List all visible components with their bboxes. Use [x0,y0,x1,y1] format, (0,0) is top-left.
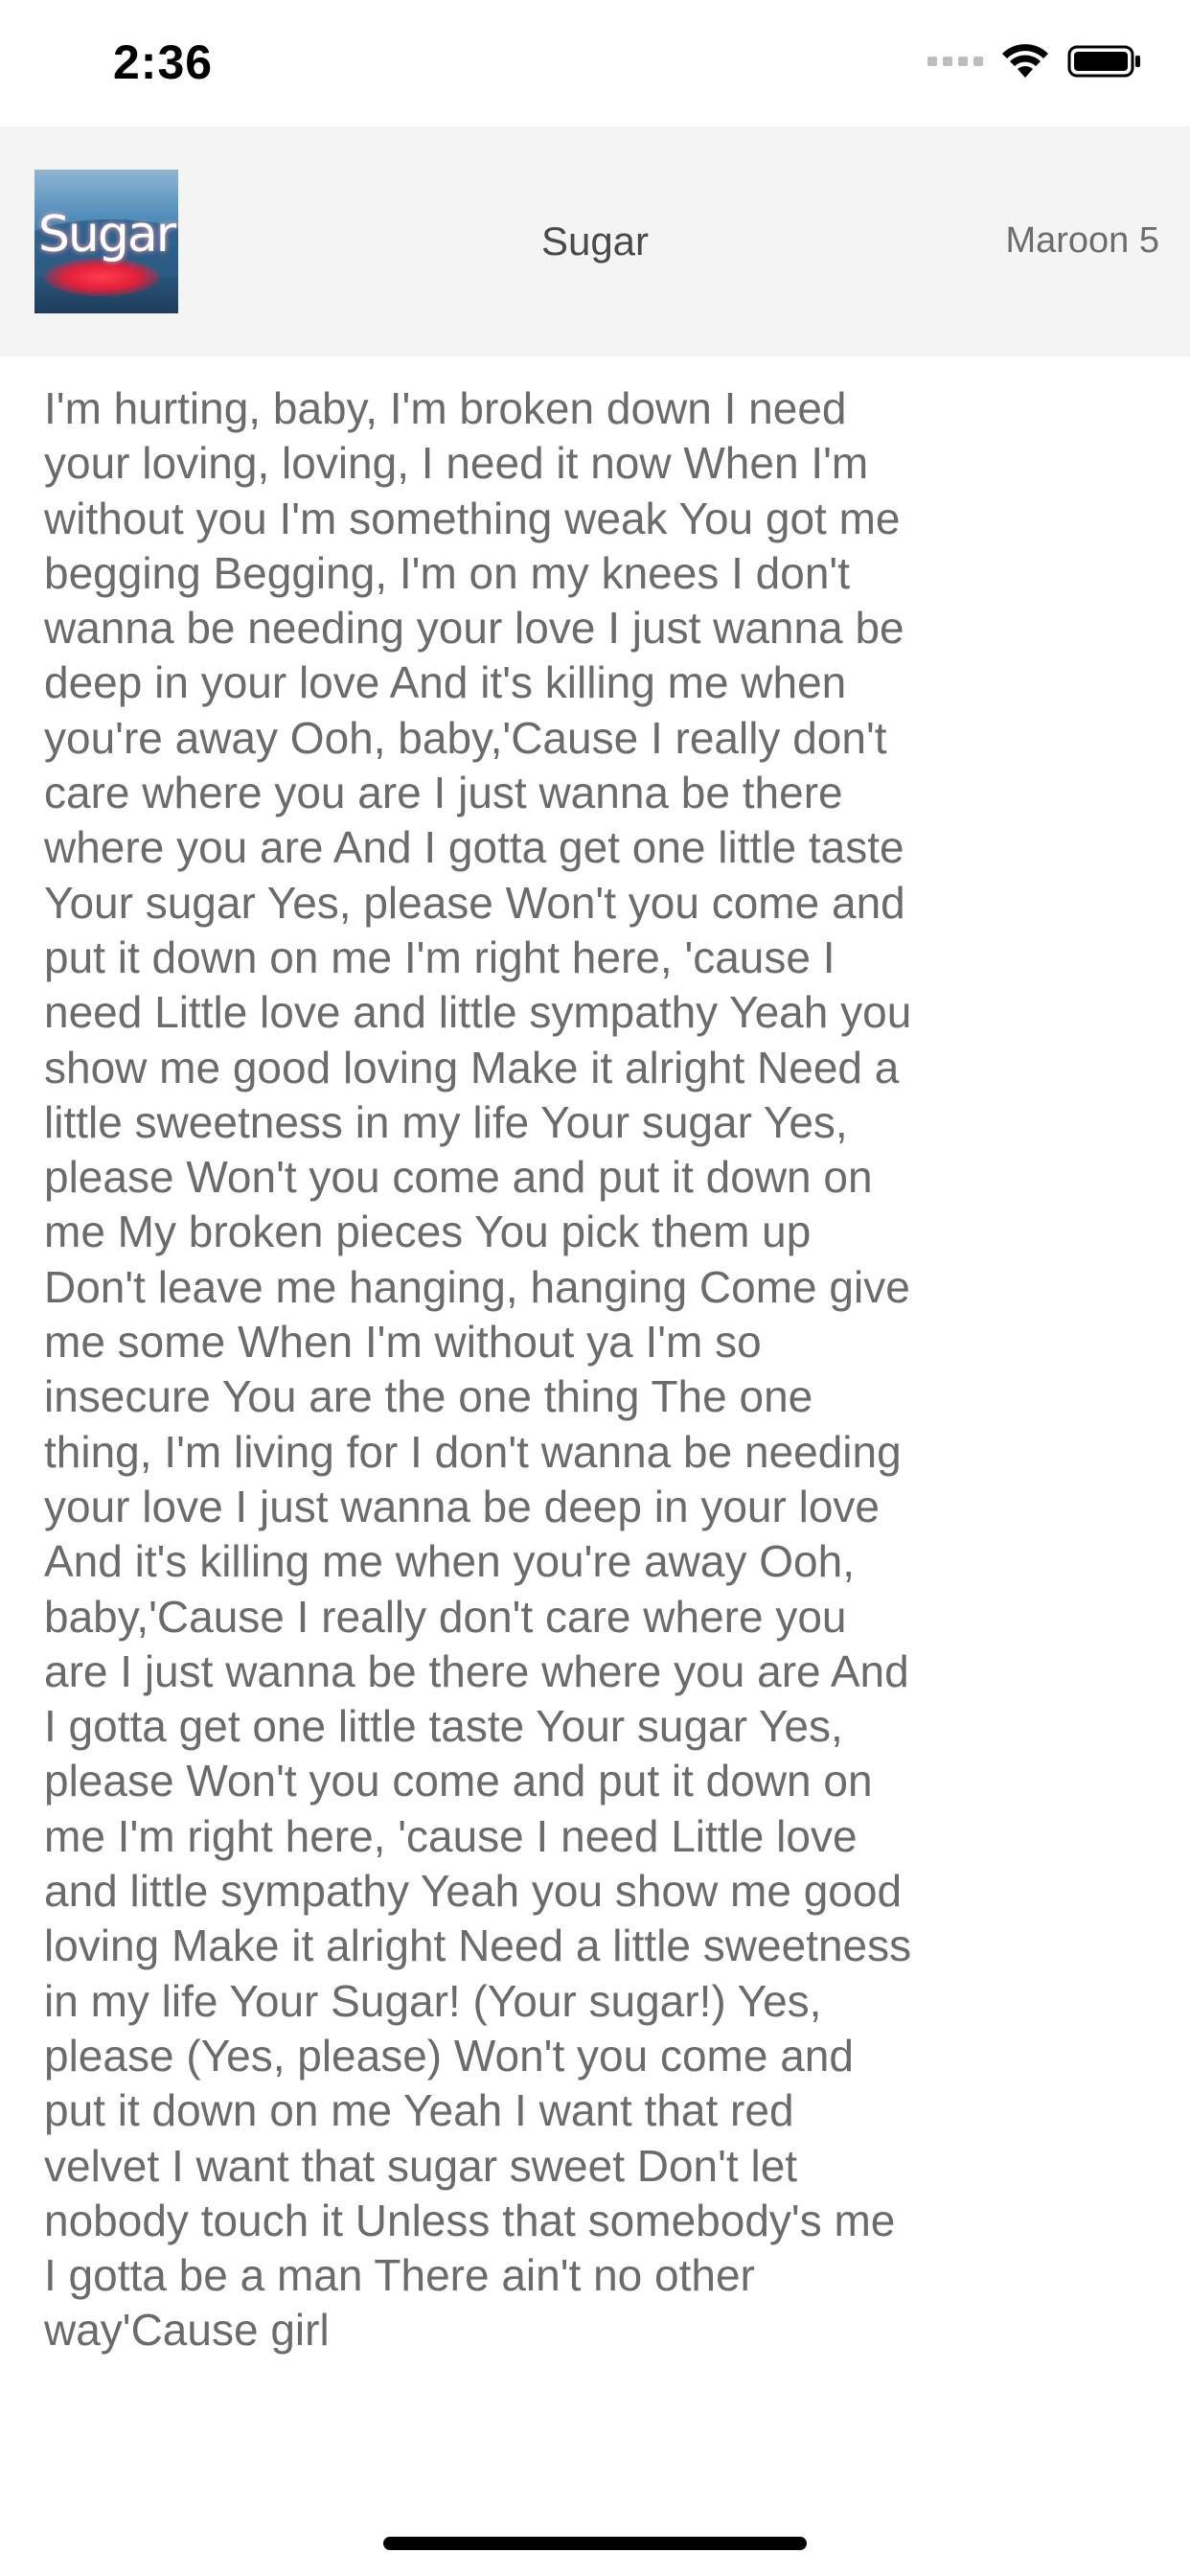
lyrics-text: I'm hurting, baby, I'm broken down I nee… [44,383,912,2356]
song-lyrics-screen: 2:36 Sugar Sugar Maroon 5 I'm hurting, b… [0,0,1190,2576]
wifi-icon [1002,44,1048,78]
status-bar: 2:36 [0,0,1190,126]
status-time: 2:36 [113,35,214,89]
song-header: Sugar Sugar Maroon 5 [0,126,1190,356]
status-icons [927,42,1142,80]
artist-name: Maroon 5 [1005,220,1159,261]
battery-icon [1067,45,1140,78]
home-indicator[interactable] [383,2537,807,2550]
cellular-signal-icon [927,42,983,80]
